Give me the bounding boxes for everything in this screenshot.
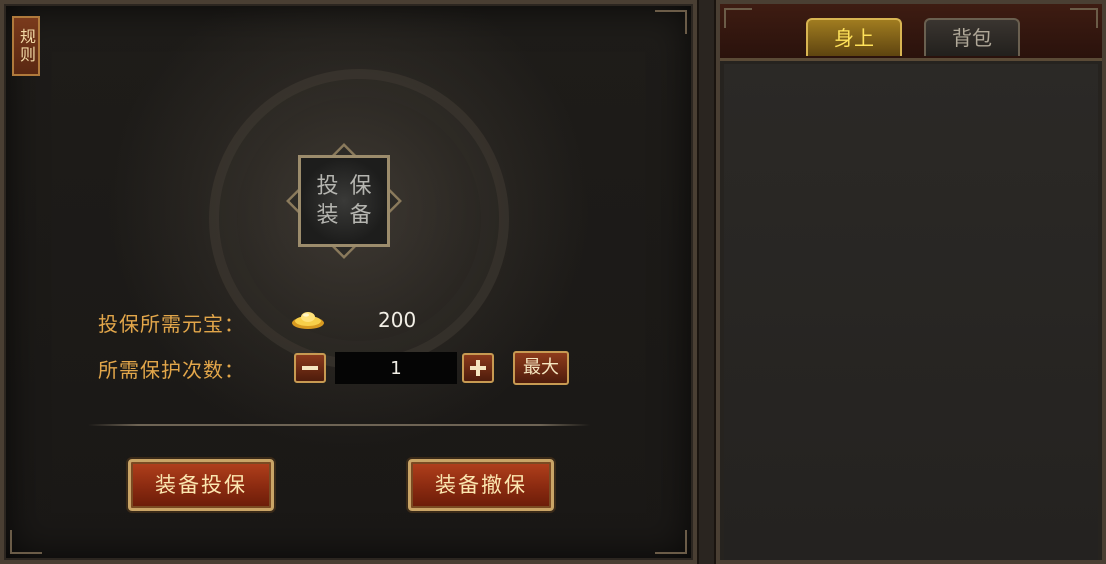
slot-char: 备 [349, 202, 372, 228]
minus-icon [302, 366, 318, 370]
plus-icon [470, 360, 486, 376]
tab-bar: 身上 背包 [720, 4, 1102, 61]
rules-button[interactable]: 规则 [12, 16, 40, 76]
insure-button[interactable]: 装备投保 [128, 459, 274, 511]
max-button[interactable]: 最大 [513, 351, 569, 385]
tab-equipped[interactable]: 身上 [806, 18, 902, 56]
corner-ornament [655, 10, 687, 34]
divider [88, 424, 590, 426]
increase-button[interactable] [462, 353, 494, 383]
gold-ingot-icon [292, 312, 324, 329]
inventory-panel: 身上 背包 [714, 0, 1106, 564]
slot-placeholder: 投 保 装 备 [298, 155, 390, 247]
times-input[interactable] [335, 352, 457, 384]
decrease-button[interactable] [294, 353, 326, 383]
corner-ornament [1070, 8, 1098, 28]
tab-bag[interactable]: 背包 [924, 18, 1020, 56]
insurance-panel: 规则 投 保 装 备 投保所需元宝： 200 所需保护次数： 最大 装备投保 装… [0, 0, 699, 564]
slot-char: 投 [316, 173, 339, 199]
uninsure-button[interactable]: 装备撤保 [408, 459, 554, 511]
corner-ornament [724, 8, 752, 28]
item-list[interactable] [724, 64, 1098, 560]
slot-char: 装 [316, 202, 339, 228]
cost-value: 200 [378, 308, 417, 332]
cost-label: 投保所需元宝： [98, 312, 245, 336]
slot-char: 保 [349, 173, 372, 199]
equipment-slot[interactable]: 投 保 装 备 [280, 141, 408, 261]
corner-ornament [10, 530, 42, 554]
corner-ornament [655, 530, 687, 554]
times-label: 所需保护次数： [98, 358, 245, 382]
